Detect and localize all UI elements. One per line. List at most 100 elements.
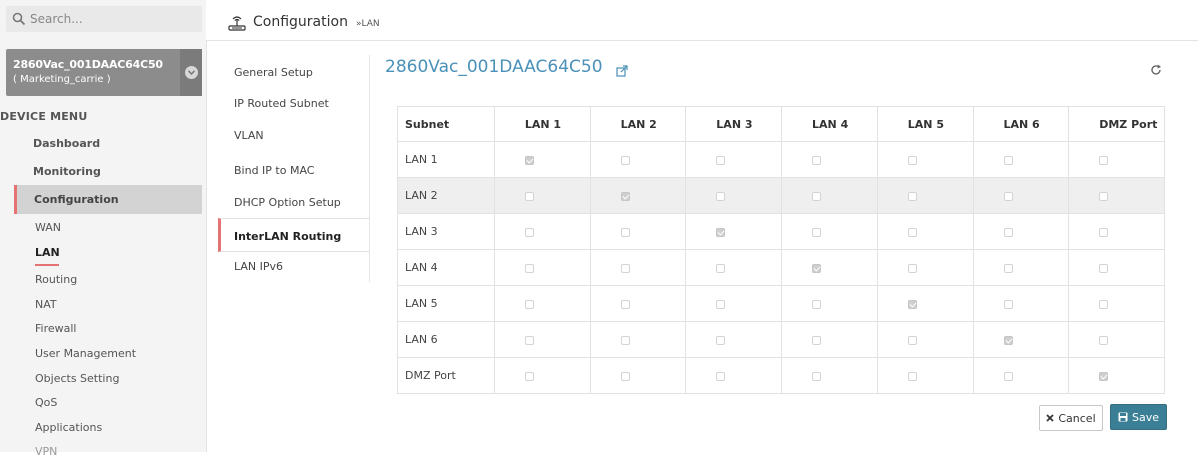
menu-item-configuration[interactable]: Configuration <box>14 185 202 214</box>
routing-checkbox[interactable] <box>524 155 534 165</box>
menu-item-dashboard[interactable]: Dashboard <box>33 137 100 150</box>
table-cell <box>685 321 783 358</box>
tab-general-setup[interactable]: General Setup <box>218 55 369 87</box>
submenu-item-qos[interactable]: QoS <box>35 396 57 409</box>
column-header: LAN 2 <box>589 106 687 142</box>
routing-checkbox[interactable] <box>1003 263 1013 273</box>
refresh-icon[interactable] <box>1150 64 1162 76</box>
table-cell <box>493 285 591 322</box>
table-cell <box>876 141 974 178</box>
routing-checkbox[interactable] <box>716 227 726 237</box>
routing-checkbox[interactable] <box>716 299 726 309</box>
routing-checkbox[interactable] <box>1003 299 1013 309</box>
routing-checkbox[interactable] <box>907 227 917 237</box>
submenu-item-applications[interactable]: Applications <box>35 421 102 434</box>
table-row: LAN 3 <box>397 213 1165 250</box>
routing-checkbox[interactable] <box>907 155 917 165</box>
submenu-item-routing[interactable]: Routing <box>35 273 77 286</box>
routing-checkbox[interactable] <box>907 191 917 201</box>
routing-checkbox[interactable] <box>716 155 726 165</box>
routing-checkbox[interactable] <box>907 299 917 309</box>
device-selector[interactable]: 2860Vac_001DAAC64C50 ( Marketing_carrie … <box>6 49 202 96</box>
routing-checkbox[interactable] <box>716 263 726 273</box>
cancel-button[interactable]: Cancel <box>1039 405 1103 431</box>
tab-dhcp-option-setup[interactable]: DHCP Option Setup <box>218 185 369 217</box>
submenu-item-user-management[interactable]: User Management <box>35 347 136 360</box>
routing-checkbox[interactable] <box>1099 191 1109 201</box>
routing-checkbox[interactable] <box>1099 263 1109 273</box>
table-cell <box>1068 285 1165 322</box>
table-cell <box>589 285 687 322</box>
routing-checkbox[interactable] <box>524 191 534 201</box>
routing-checkbox[interactable] <box>1099 335 1109 345</box>
routing-checkbox[interactable] <box>812 155 822 165</box>
routing-checkbox[interactable] <box>1003 371 1013 381</box>
routing-checkbox[interactable] <box>907 371 917 381</box>
routing-checkbox[interactable] <box>1003 227 1013 237</box>
save-button[interactable]: Save <box>1110 404 1167 430</box>
tab-label: VLAN <box>234 129 264 142</box>
save-label: Save <box>1131 410 1159 424</box>
tab-vlan[interactable]: VLAN <box>218 119 369 151</box>
search-input[interactable]: Search... <box>6 6 202 32</box>
table-row: LAN 2 <box>397 177 1165 214</box>
table-cell <box>493 213 591 250</box>
column-header: LAN 5 <box>876 106 974 142</box>
routing-checkbox[interactable] <box>812 191 822 201</box>
tab-label: IP Routed Subnet <box>234 97 329 110</box>
submenu-item-nat[interactable]: NAT <box>35 298 57 311</box>
routing-checkbox[interactable] <box>1099 299 1109 309</box>
routing-checkbox[interactable] <box>620 299 630 309</box>
routing-checkbox[interactable] <box>620 263 630 273</box>
routing-checkbox[interactable] <box>524 299 534 309</box>
routing-checkbox[interactable] <box>812 227 822 237</box>
submenu-item-wan[interactable]: WAN <box>35 221 61 234</box>
table-cell <box>685 141 783 178</box>
row-subnet-label: LAN 6 <box>397 321 495 358</box>
routing-checkbox[interactable] <box>812 335 822 345</box>
table-cell <box>493 249 591 286</box>
device-dropdown-toggle[interactable] <box>180 49 202 96</box>
routing-checkbox[interactable] <box>1099 155 1109 165</box>
tab-bind-ip-to-mac[interactable]: Bind IP to MAC <box>218 153 369 185</box>
routing-checkbox[interactable] <box>716 191 726 201</box>
table-cell <box>781 321 878 358</box>
routing-checkbox[interactable] <box>1003 155 1013 165</box>
submenu-item-lan[interactable]: LAN <box>35 246 60 259</box>
routing-checkbox[interactable] <box>524 263 534 273</box>
routing-checkbox[interactable] <box>620 335 630 345</box>
menu-item-monitoring[interactable]: Monitoring <box>33 165 101 178</box>
table-cell <box>972 285 1070 322</box>
table-cell <box>876 177 974 214</box>
external-link-icon[interactable] <box>616 65 628 77</box>
routing-checkbox[interactable] <box>1003 191 1013 201</box>
routing-checkbox[interactable] <box>812 371 822 381</box>
routing-checkbox[interactable] <box>524 335 534 345</box>
routing-checkbox[interactable] <box>907 335 917 345</box>
table-cell <box>1068 141 1165 178</box>
routing-checkbox[interactable] <box>907 263 917 273</box>
configuration-icon <box>228 16 246 31</box>
routing-checkbox[interactable] <box>716 371 726 381</box>
submenu-item-objects-setting[interactable]: Objects Setting <box>35 372 119 385</box>
routing-checkbox[interactable] <box>620 155 630 165</box>
routing-checkbox[interactable] <box>620 371 630 381</box>
tab-lan-ipv6[interactable]: LAN IPv6 <box>218 253 369 285</box>
routing-checkbox[interactable] <box>620 227 630 237</box>
close-icon <box>1046 414 1054 422</box>
routing-checkbox[interactable] <box>524 227 534 237</box>
routing-checkbox[interactable] <box>1003 335 1013 345</box>
table-cell <box>972 321 1070 358</box>
routing-checkbox[interactable] <box>524 371 534 381</box>
routing-checkbox[interactable] <box>716 335 726 345</box>
tab-interlan-routing[interactable]: InterLAN Routing <box>218 218 369 252</box>
submenu-item-firewall[interactable]: Firewall <box>35 322 76 335</box>
routing-checkbox[interactable] <box>812 299 822 309</box>
routing-checkbox[interactable] <box>620 191 630 201</box>
routing-checkbox[interactable] <box>812 263 822 273</box>
routing-checkbox[interactable] <box>1099 371 1109 381</box>
table-cell <box>781 177 878 214</box>
routing-checkbox[interactable] <box>1099 227 1109 237</box>
tab-ip-routed-subnet[interactable]: IP Routed Subnet <box>218 87 369 119</box>
row-subnet-label: LAN 3 <box>397 213 495 250</box>
